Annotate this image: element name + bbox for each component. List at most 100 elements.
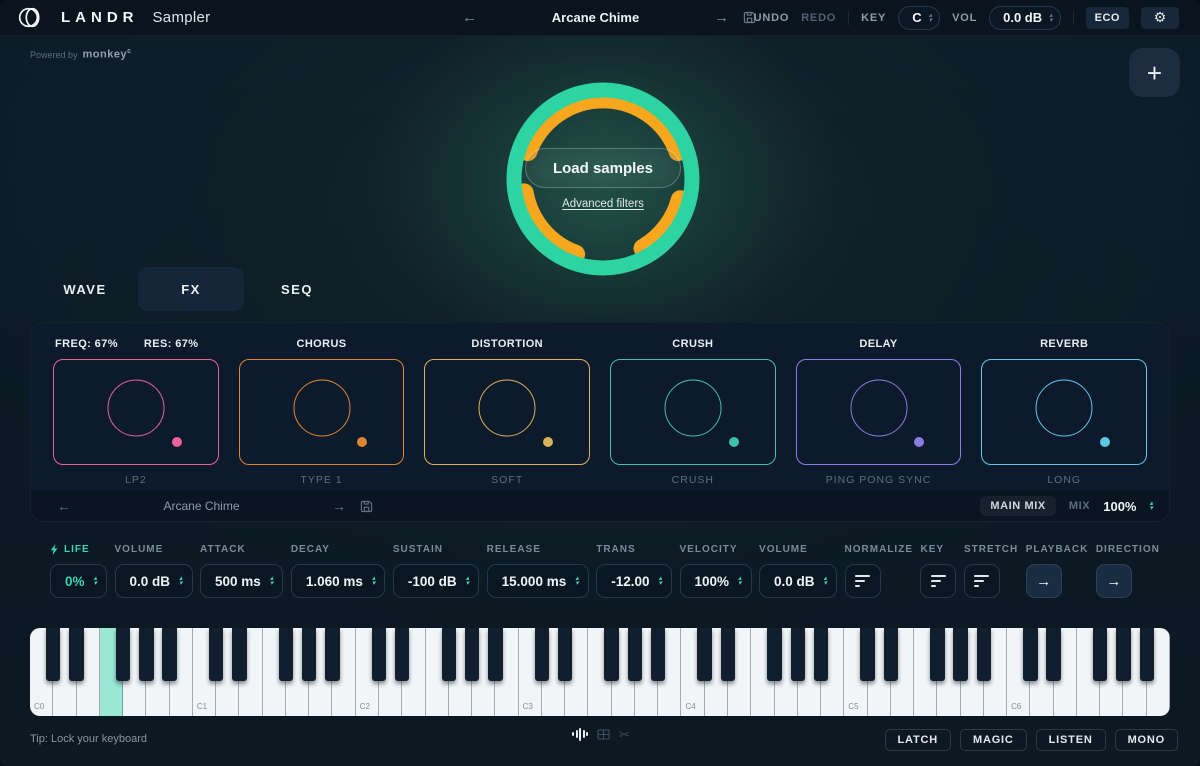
stepper-arrows-icon[interactable]: ▴▾: [659, 576, 663, 586]
black-key-G#5[interactable]: [953, 628, 967, 681]
save-sample-icon[interactable]: [360, 500, 373, 513]
black-key-A#6[interactable]: [1140, 628, 1154, 681]
black-key-G#4[interactable]: [791, 628, 805, 681]
stepper-arrows-icon[interactable]: ▴▾: [824, 576, 828, 586]
black-key-C#4[interactable]: [697, 628, 711, 681]
stepper-release[interactable]: 15.000 ms▴▾: [487, 564, 589, 598]
waveform-icon[interactable]: [572, 728, 588, 741]
black-key-C#1[interactable]: [209, 628, 223, 681]
add-sample-button[interactable]: +: [1129, 48, 1180, 97]
listen-button[interactable]: LISTEN: [1036, 729, 1106, 751]
black-key-G#3[interactable]: [628, 628, 642, 681]
tab-fx[interactable]: FX: [138, 267, 244, 311]
stepper-attack[interactable]: 500 ms▴▾: [200, 564, 283, 598]
black-key-C#5[interactable]: [860, 628, 874, 681]
stepper-arrows-icon[interactable]: ▴▾: [179, 576, 183, 586]
stepper-sustain[interactable]: -100 dB▴▾: [393, 564, 479, 598]
fx-box[interactable]: [796, 359, 962, 465]
fx-knob[interactable]: [479, 379, 536, 436]
mix-value[interactable]: 100%: [1103, 499, 1136, 514]
black-key-D#4[interactable]: [721, 628, 735, 681]
next-sample-icon[interactable]: →: [328, 498, 350, 514]
black-key-F#4[interactable]: [767, 628, 781, 681]
black-key-D#2[interactable]: [395, 628, 409, 681]
black-key-C#3[interactable]: [535, 628, 549, 681]
stepper-arrows-icon[interactable]: ▴▾: [1049, 13, 1053, 23]
tab-wave[interactable]: WAVE: [32, 267, 138, 311]
stepper-arrows-icon[interactable]: ▴▾: [372, 576, 376, 586]
fx-knob[interactable]: [107, 379, 164, 436]
black-key-D#6[interactable]: [1046, 628, 1060, 681]
black-key-F#2[interactable]: [442, 628, 456, 681]
down-arrow-icon[interactable]: ▾: [1149, 506, 1153, 511]
black-key-G#1[interactable]: [302, 628, 316, 681]
fx-box[interactable]: [53, 359, 219, 465]
fx-knob[interactable]: [293, 379, 350, 436]
normalize-button[interactable]: [845, 564, 881, 598]
black-key-A#4[interactable]: [814, 628, 828, 681]
next-preset-icon[interactable]: →: [710, 9, 733, 26]
black-key-G#2[interactable]: [465, 628, 479, 681]
direction-button[interactable]: →: [1096, 564, 1132, 598]
black-key-D#1[interactable]: [232, 628, 246, 681]
tab-seq[interactable]: SEQ: [244, 267, 350, 311]
black-key-F#0[interactable]: [116, 628, 130, 681]
settings-gear-icon[interactable]: ⚙: [1141, 7, 1179, 29]
key-stepper[interactable]: C ▴▾: [898, 6, 940, 30]
black-key-D#0[interactable]: [69, 628, 83, 681]
fx-knob[interactable]: [1036, 379, 1093, 436]
sample-name[interactable]: Arcane Chime: [75, 499, 328, 513]
magic-button[interactable]: MAGIC: [960, 729, 1027, 751]
mix-stepper-arrows-icon[interactable]: ▴▾: [1149, 501, 1153, 511]
grid-icon[interactable]: [597, 729, 610, 740]
stepper-decay[interactable]: 1.060 ms▴▾: [291, 564, 386, 598]
stepper-arrows-icon[interactable]: ▴▾: [94, 576, 98, 586]
black-key-F#1[interactable]: [279, 628, 293, 681]
fx-box[interactable]: [239, 359, 405, 465]
down-arrow-icon[interactable]: ▾: [929, 18, 933, 23]
black-key-C#2[interactable]: [372, 628, 386, 681]
stepper-arrows-icon[interactable]: ▴▾: [929, 13, 933, 23]
latch-button[interactable]: LATCH: [885, 729, 951, 751]
black-key-A#0[interactable]: [162, 628, 176, 681]
undo-button[interactable]: UNDO: [754, 12, 790, 24]
mono-button[interactable]: MONO: [1115, 729, 1178, 751]
key-button[interactable]: [920, 564, 956, 598]
load-samples-button[interactable]: Load samples: [525, 148, 681, 188]
fx-knob[interactable]: [850, 379, 907, 436]
stepper-arrows-icon[interactable]: ▴▾: [738, 576, 742, 586]
fx-box[interactable]: [610, 359, 776, 465]
stepper-trans[interactable]: -12.00▴▾: [596, 564, 672, 598]
black-key-G#0[interactable]: [139, 628, 153, 681]
black-key-F#3[interactable]: [604, 628, 618, 681]
fx-knob[interactable]: [664, 379, 721, 436]
playback-button[interactable]: →: [1026, 564, 1062, 598]
black-key-A#3[interactable]: [651, 628, 665, 681]
black-key-C#0[interactable]: [46, 628, 60, 681]
stretch-button[interactable]: [964, 564, 1000, 598]
black-key-A#5[interactable]: [977, 628, 991, 681]
black-key-D#3[interactable]: [558, 628, 572, 681]
stepper-arrows-icon[interactable]: ▴▾: [575, 576, 579, 586]
stepper-arrows-icon[interactable]: ▴▾: [270, 576, 274, 586]
preset-name[interactable]: Arcane Chime: [481, 10, 710, 25]
fx-box[interactable]: [981, 359, 1147, 465]
fx-box[interactable]: [424, 359, 590, 465]
black-key-A#1[interactable]: [325, 628, 339, 681]
black-key-A#2[interactable]: [488, 628, 502, 681]
stepper-volume[interactable]: 0.0 dB▴▾: [115, 564, 193, 598]
previous-preset-icon[interactable]: ←: [458, 9, 481, 26]
volume-stepper[interactable]: 0.0 dB ▴▾: [989, 6, 1061, 30]
black-key-D#5[interactable]: [884, 628, 898, 681]
black-key-F#5[interactable]: [930, 628, 944, 681]
stepper-life[interactable]: 0%▴▾: [50, 564, 107, 598]
previous-sample-icon[interactable]: ←: [53, 498, 75, 514]
main-mix-button[interactable]: MAIN MIX: [980, 496, 1056, 516]
advanced-filters-link[interactable]: Advanced filters: [562, 198, 644, 210]
stepper-velocity[interactable]: 100%▴▾: [680, 564, 752, 598]
stepper-volume[interactable]: 0.0 dB▴▾: [759, 564, 837, 598]
stepper-arrows-icon[interactable]: ▴▾: [466, 576, 470, 586]
black-key-C#6[interactable]: [1023, 628, 1037, 681]
black-key-F#6[interactable]: [1093, 628, 1107, 681]
scissors-icon[interactable]: ✂: [619, 728, 630, 741]
